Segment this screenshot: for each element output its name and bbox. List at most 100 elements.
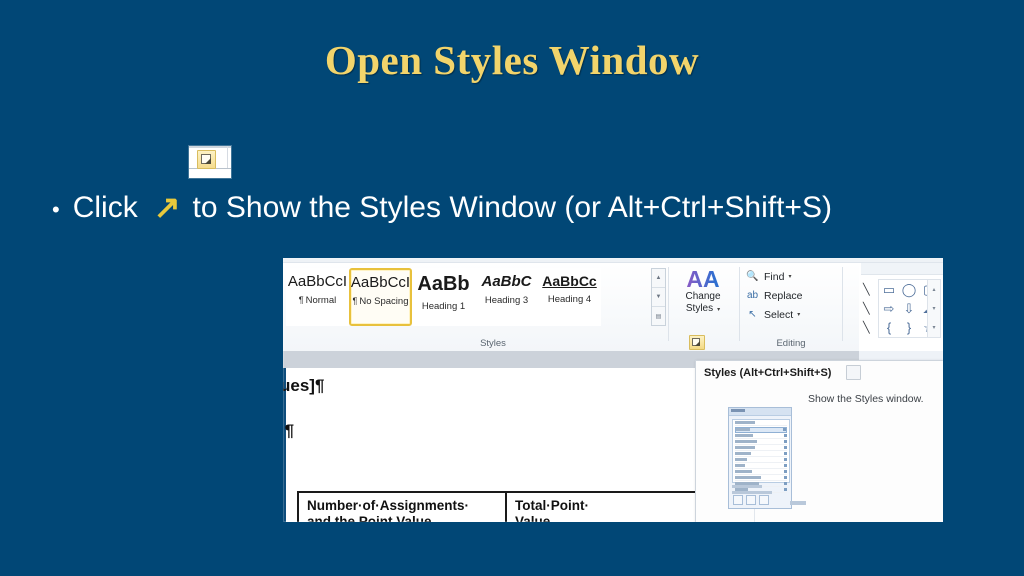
table-header-cell-2: Total·Point· Value (507, 493, 697, 522)
change-styles-label-text: Styles (685, 303, 714, 314)
bullet-text-before: Click (72, 191, 138, 224)
replace-label: Replace (764, 289, 803, 302)
style-label: Heading 1 (421, 301, 466, 312)
pilcrow-icon: ¶ (298, 295, 304, 306)
replace-button[interactable]: ab Replace (745, 286, 837, 305)
mini-pane-style-list (732, 419, 790, 493)
style-item-heading-4[interactable]: AaBbCc Heading 4 (538, 268, 601, 326)
style-label: Heading 4 (547, 294, 592, 306)
page-title: Open Styles Window (324, 37, 700, 83)
mini-list-item (735, 464, 787, 469)
shape-arcs-column: ╲ ╲ ╲ (861, 281, 877, 337)
mini-pane-title-text (731, 409, 745, 412)
style-preview: AaBbCc (542, 273, 597, 289)
scroll-up-icon[interactable]: ▲ (652, 269, 665, 288)
cursor-icon: ↖ (748, 309, 757, 320)
style-label: ¶ No Spacing (353, 296, 409, 307)
table-header-cell-2-line2: Value (515, 514, 551, 522)
word-ribbon: AaBbCcI ¶ Normal AaBbCcI ¶ No Spacing AaBb… (283, 263, 859, 352)
bullet-text-after: to Show the Styles Window (or Alt+Ctrl+S… (192, 191, 832, 224)
style-preview: AaBbCcI (350, 274, 411, 291)
mini-list-item (735, 427, 787, 433)
chevron-down-icon[interactable]: ▾ (797, 311, 800, 318)
dialog-launcher-icon-clip (189, 146, 231, 178)
right-arrow-shape-icon[interactable]: ⇨ (879, 299, 899, 318)
table-header-cell-1: Number·of·Assignments· and the Point Val… (299, 493, 507, 522)
down-arrow-shape-icon[interactable]: ⇩ (899, 299, 919, 318)
left-brace-shape-icon[interactable]: { (879, 318, 899, 337)
style-label-text: No Spacing (359, 296, 409, 308)
table-header-cell-1-line1: Number·of·Assignments· (307, 498, 470, 513)
more-styles-icon[interactable]: ▤ (652, 307, 665, 325)
document-line-2: :¶ (283, 421, 295, 440)
scroll-up-icon[interactable]: ▴ (928, 280, 940, 299)
mini-list-item (735, 421, 787, 426)
group-separator (739, 267, 740, 341)
change-styles-label-line2: Styles ▾ (673, 303, 733, 316)
style-item-normal[interactable]: AaBbCcI ¶ Normal (286, 268, 349, 326)
dialog-launcher-icon (197, 150, 216, 169)
style-preview: AaBb (417, 273, 470, 295)
rectangle-shape-icon[interactable]: ▭ (879, 280, 899, 299)
line-shape-icon[interactable]: ╲ (863, 283, 870, 296)
mini-list-item (735, 452, 787, 457)
line-shape-icon[interactable]: ╲ (863, 302, 870, 315)
mini-button (759, 495, 769, 505)
change-styles-icon: AA (673, 267, 733, 291)
mini-button (746, 495, 756, 505)
style-item-heading-1[interactable]: AaBb Heading 1 (412, 268, 475, 326)
chevron-down-icon[interactable]: ▾ (788, 273, 791, 280)
oval-shape-icon[interactable]: ◯ (899, 280, 919, 299)
styles-gallery[interactable]: AaBbCcI ¶ Normal AaBbCcI ¶ No Spacing AaBb… (286, 268, 601, 326)
more-shapes-icon[interactable]: ▾ (928, 318, 940, 337)
group-separator (842, 267, 843, 341)
mini-list-item (735, 458, 787, 463)
find-button[interactable]: 🔍 Find ▾ (745, 267, 837, 286)
change-styles-button[interactable]: AA Change Styles ▾ (673, 267, 733, 329)
shapes-gallery-header (861, 263, 943, 275)
find-label: Find (764, 270, 785, 283)
table-header-cell-2-line1: Total·Point· (515, 498, 589, 513)
scroll-down-icon[interactable]: ▼ (652, 288, 665, 307)
document-line-1: ues]¶ (283, 376, 325, 395)
binoculars-icon: 🔍 (746, 271, 759, 282)
mini-list-item (735, 476, 787, 481)
style-item-no-spacing[interactable]: AaBbCcI ¶ No Spacing (349, 268, 412, 326)
mini-pane-titlebar (729, 408, 791, 416)
bullet-marker: • (52, 197, 60, 222)
tooltip-launcher-icon (846, 365, 861, 380)
change-styles-label-line1: Change (685, 291, 721, 302)
clip-gray-line (189, 146, 231, 148)
bullet-line: • Click ↗ to Show the Styles Window (or … (52, 190, 832, 225)
style-item-heading-3[interactable]: AaBbC Heading 3 (475, 268, 538, 326)
mini-pane-buttons (733, 495, 806, 505)
mini-list-item (735, 470, 787, 475)
styles-gallery-scrollbar[interactable]: ▲ ▼ ▤ (651, 268, 666, 326)
mini-options-link (790, 501, 806, 505)
styles-dialog-launcher-button[interactable] (689, 335, 705, 350)
select-label: Select (764, 308, 794, 321)
editing-group: 🔍 Find ▾ ab Replace ↖ Select ▾ (745, 267, 837, 324)
chevron-down-icon: ▾ (717, 307, 721, 313)
up-right-arrow-icon: ↗ (153, 189, 181, 225)
style-label: Heading 3 (484, 295, 529, 307)
line-shape-icon[interactable]: ╲ (863, 321, 870, 334)
embedded-word-screenshot: AaBbCcI ¶ Normal AaBbCcI ¶ No Spacing AaBb… (283, 258, 943, 522)
shapes-gallery-scrollbar[interactable]: ▴ ▾ ▾ (927, 279, 941, 338)
pilcrow-icon: ¶ (352, 296, 358, 307)
editing-group-label: Editing (776, 338, 806, 349)
style-label: ¶ Normal (299, 295, 336, 306)
scroll-down-icon[interactable]: ▾ (928, 299, 940, 318)
styles-pane-preview-image (728, 407, 806, 509)
mini-list-item (735, 434, 787, 439)
styles-tooltip: Styles (Alt+Ctrl+Shift+S) Show the Style… (695, 360, 943, 522)
clip-vertical-line (227, 146, 228, 168)
style-label-text: Normal (305, 295, 337, 307)
right-brace-shape-icon[interactable]: } (899, 318, 919, 337)
replace-icon: ab (746, 290, 759, 301)
mini-button (733, 495, 743, 505)
table-header-cell-1-line2: and the Point Value (307, 514, 432, 522)
select-button[interactable]: ↖ Select ▾ (745, 305, 837, 324)
style-preview: AaBbC (481, 273, 532, 290)
tooltip-description: Show the Styles window. (808, 393, 924, 405)
